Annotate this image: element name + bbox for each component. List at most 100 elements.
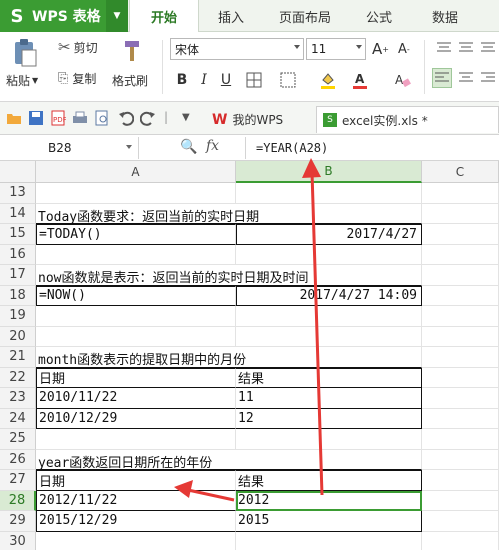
- cell-c20[interactable]: [422, 326, 499, 347]
- row-header-23[interactable]: 23: [0, 388, 36, 409]
- align-center-icon[interactable]: [456, 68, 476, 88]
- cell-c17[interactable]: [422, 265, 499, 286]
- cell-b26[interactable]: [236, 449, 422, 470]
- row-header-26[interactable]: 26: [0, 449, 36, 470]
- cell-c14[interactable]: [422, 203, 499, 224]
- row-header-28[interactable]: 28: [0, 490, 36, 511]
- zoom-search-icon[interactable]: 🔍: [180, 139, 197, 155]
- doc-tab-my-wps[interactable]: W 我的WPS: [206, 106, 316, 133]
- cell-a14[interactable]: Today函数要求：返回当前的实时日期: [36, 204, 259, 225]
- column-header-c[interactable]: C: [422, 161, 499, 183]
- font-name-select[interactable]: 宋体: [170, 38, 304, 60]
- cell-c27[interactable]: [422, 470, 499, 491]
- app-menu-button[interactable]: S WPS 表格 ▼: [0, 0, 128, 32]
- cell-a26[interactable]: year函数返回日期所在的年份: [36, 450, 236, 471]
- tab-insert[interactable]: 插入: [200, 0, 262, 32]
- cell-b25[interactable]: [236, 429, 422, 450]
- cell-a25[interactable]: [36, 429, 236, 450]
- copy-button[interactable]: ⎘ 复制: [58, 70, 96, 87]
- row-header-30[interactable]: 30: [0, 531, 36, 550]
- cell-b27[interactable]: 结果: [236, 470, 422, 491]
- tab-formulas[interactable]: 公式: [348, 0, 410, 32]
- font-color-icon[interactable]: A: [350, 70, 370, 90]
- row-header-14[interactable]: 14: [0, 203, 36, 224]
- column-header-b[interactable]: B: [236, 161, 422, 183]
- cell-a16[interactable]: [36, 244, 236, 265]
- row-header-18[interactable]: 18: [0, 285, 36, 306]
- print-icon[interactable]: [72, 110, 88, 126]
- row-header-20[interactable]: 20: [0, 326, 36, 347]
- cell-c13[interactable]: [422, 183, 499, 204]
- cell-c16[interactable]: [422, 244, 499, 265]
- cell-c25[interactable]: [422, 429, 499, 450]
- cell-a30[interactable]: [36, 531, 236, 550]
- cell-b21[interactable]: [236, 347, 422, 368]
- cell-a24[interactable]: 2010/12/29: [36, 408, 236, 429]
- export-pdf-icon[interactable]: PDF: [50, 110, 66, 126]
- fill-color-icon[interactable]: [318, 70, 338, 90]
- font-size-select[interactable]: 11: [306, 38, 366, 60]
- row-header-29[interactable]: 29: [0, 511, 36, 532]
- cell-b30[interactable]: [236, 531, 422, 550]
- cell-b29[interactable]: 2015: [236, 511, 422, 532]
- cell-a19[interactable]: [36, 306, 236, 327]
- row-header-27[interactable]: 27: [0, 470, 36, 491]
- cell-b28[interactable]: 2012: [236, 490, 422, 511]
- cut-button[interactable]: ✂ 剪切: [58, 38, 98, 56]
- cell-a15[interactable]: =TODAY(): [36, 224, 236, 245]
- row-header-21[interactable]: 21: [0, 347, 36, 368]
- cell-b15[interactable]: 2017/4/27: [236, 224, 422, 245]
- cell-c21[interactable]: [422, 347, 499, 368]
- column-header-a[interactable]: A: [36, 161, 236, 183]
- cell-b13[interactable]: [236, 183, 422, 204]
- cell-b24[interactable]: 12: [236, 408, 422, 429]
- cell-c28[interactable]: [422, 490, 499, 511]
- row-header-13[interactable]: 13: [0, 183, 36, 204]
- cell-a22[interactable]: 日期: [36, 367, 236, 388]
- align-left-icon[interactable]: [432, 68, 452, 88]
- cell-a17[interactable]: now函数就是表示：返回当前的实时日期及时间: [36, 265, 308, 286]
- cell-a20[interactable]: [36, 326, 236, 347]
- tab-data[interactable]: 数据: [410, 0, 480, 32]
- doc-tab-excel-example[interactable]: S excel实例.xls *: [316, 106, 499, 133]
- cell-a18[interactable]: =NOW(): [36, 285, 236, 306]
- cell-a23[interactable]: 2010/11/22: [36, 388, 236, 409]
- borders-icon[interactable]: [244, 70, 264, 90]
- cell-c29[interactable]: [422, 511, 499, 532]
- cell-c22[interactable]: [422, 367, 499, 388]
- row-header-24[interactable]: 24: [0, 408, 36, 429]
- cell-a27[interactable]: 日期: [36, 470, 236, 491]
- row-header-22[interactable]: 22: [0, 367, 36, 388]
- format-painter-icon[interactable]: [118, 36, 146, 66]
- name-box[interactable]: B28: [0, 137, 139, 159]
- cell-a21[interactable]: month函数表示的提取日期中的月份: [36, 347, 246, 368]
- formula-input[interactable]: =YEAR(A28): [245, 137, 499, 159]
- row-header-25[interactable]: 25: [0, 429, 36, 450]
- cell-a29[interactable]: 2015/12/29: [36, 511, 236, 532]
- chevron-down-icon[interactable]: [126, 145, 132, 149]
- align-middle-icon[interactable]: [456, 38, 476, 58]
- cell-c30[interactable]: [422, 531, 499, 550]
- cell-c23[interactable]: [422, 388, 499, 409]
- save-icon[interactable]: [28, 110, 44, 126]
- cell-b22[interactable]: 结果: [236, 367, 422, 388]
- undo-icon[interactable]: [118, 110, 134, 126]
- cell-b23[interactable]: 11: [236, 388, 422, 409]
- row-header-15[interactable]: 15: [0, 224, 36, 245]
- cell-a28[interactable]: 2012/11/22: [36, 490, 236, 511]
- align-bottom-icon[interactable]: [478, 38, 498, 58]
- align-right-icon[interactable]: [478, 68, 498, 88]
- row-header-17[interactable]: 17: [0, 265, 36, 286]
- customize-toolbar-chevron-icon[interactable]: ▼: [182, 112, 190, 123]
- spreadsheet-grid[interactable]: A B C 13 14 Today函数要求：返回当前的实时日期 15 =TODAY()…: [0, 161, 499, 550]
- cell-c19[interactable]: [422, 306, 499, 327]
- italic-button[interactable]: I: [194, 70, 214, 90]
- underline-button[interactable]: U: [216, 70, 236, 90]
- cell-b20[interactable]: [236, 326, 422, 347]
- row-header-19[interactable]: 19: [0, 306, 36, 327]
- cell-b18[interactable]: 2017/4/27 14:09: [236, 285, 422, 306]
- chevron-down-icon[interactable]: ▼: [106, 0, 128, 32]
- redo-icon[interactable]: [140, 110, 156, 126]
- cell-b14[interactable]: [236, 203, 422, 224]
- row-header-16[interactable]: 16: [0, 244, 36, 265]
